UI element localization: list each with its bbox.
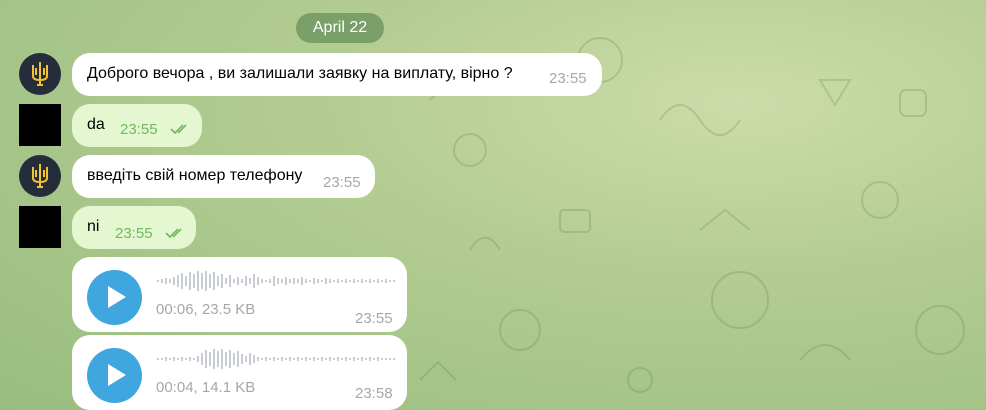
contact-avatar[interactable] xyxy=(19,155,61,197)
message-time: 23:58 xyxy=(355,385,393,402)
voice-message-1[interactable]: 00:06, 23.5 KB 23:55 xyxy=(72,257,407,332)
double-check-icon xyxy=(170,124,187,135)
trident-icon xyxy=(32,164,48,188)
message-text: ni xyxy=(87,218,100,235)
message-time: 23:55 xyxy=(115,225,153,242)
double-check-icon xyxy=(165,228,182,239)
voice-duration-size: 00:06, 23.5 KB xyxy=(156,301,256,318)
contact-avatar[interactable] xyxy=(19,53,61,95)
voice-duration-size: 00:04, 14.1 KB xyxy=(156,379,256,396)
message-text: введіть свій номер телефону xyxy=(87,167,303,184)
message-time: 23:55 xyxy=(549,70,587,87)
message-bubble-4[interactable]: ni 23:55 xyxy=(72,206,196,249)
message-bubble-1[interactable]: Доброго вечора , ви залишали заявку на в… xyxy=(72,53,602,96)
trident-icon xyxy=(32,62,48,86)
play-button[interactable] xyxy=(87,270,142,325)
message-bubble-2[interactable]: da 23:55 xyxy=(72,104,202,147)
waveform[interactable] xyxy=(156,270,396,292)
play-button[interactable] xyxy=(87,348,142,403)
date-separator: April 22 xyxy=(296,13,384,43)
voice-message-2[interactable]: 00:04, 14.1 KB 23:58 xyxy=(72,335,407,410)
user-avatar[interactable] xyxy=(19,206,61,248)
message-text: da xyxy=(87,116,105,133)
message-time: 23:55 xyxy=(355,310,393,327)
message-bubble-3[interactable]: введіть свій номер телефону 23:55 xyxy=(72,155,375,198)
message-time: 23:55 xyxy=(120,121,158,138)
user-avatar[interactable] xyxy=(19,104,61,146)
waveform[interactable] xyxy=(156,348,396,370)
message-time: 23:55 xyxy=(323,174,361,191)
message-text: Доброго вечора , ви залишали заявку на в… xyxy=(87,65,513,82)
